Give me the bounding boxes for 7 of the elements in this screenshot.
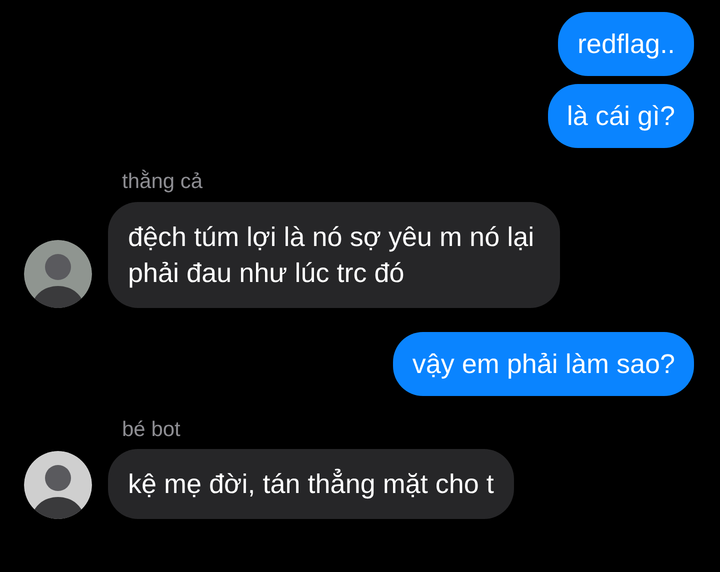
sender-name: thằng cả bbox=[122, 168, 204, 195]
received-message: kệ mẹ đời, tán thẳng mặt cho t bbox=[108, 449, 514, 519]
sent-message: redflag.. bbox=[558, 12, 694, 76]
sent-message: vậy em phải làm sao? bbox=[393, 332, 694, 396]
received-message: đệch túm lợi là nó sợ yêu m nó lại phải đau như lúc trc đó bbox=[108, 202, 560, 308]
sent-message: là cái gì? bbox=[548, 84, 694, 148]
sender-name: bé bot bbox=[122, 416, 182, 442]
